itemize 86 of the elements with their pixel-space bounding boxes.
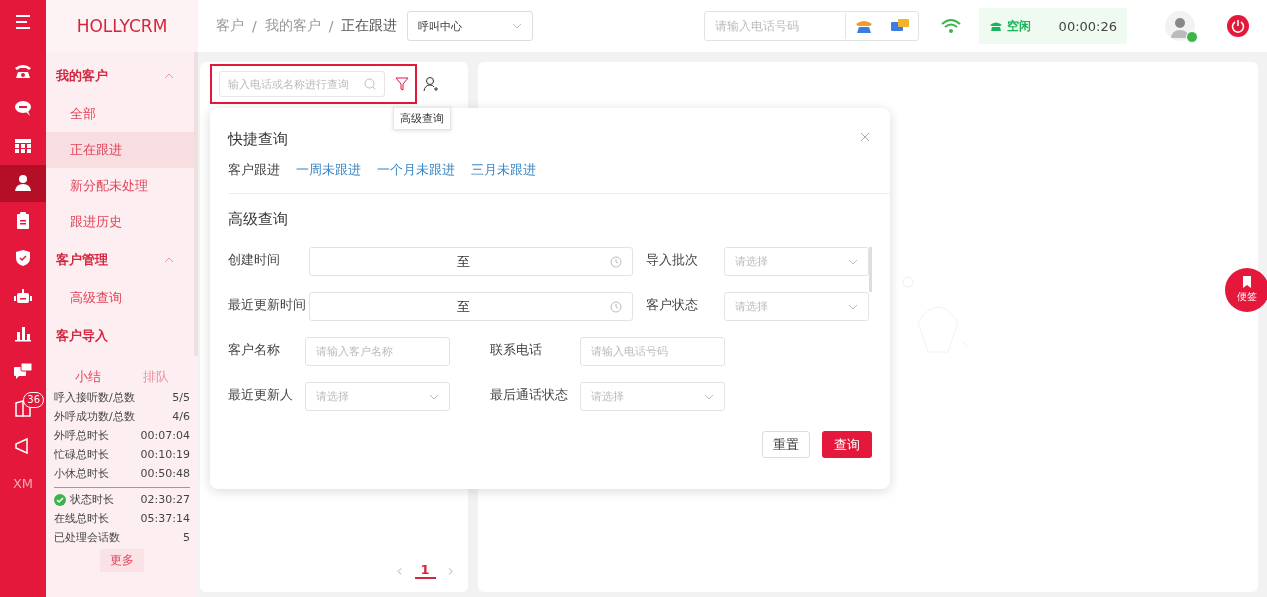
chat-icon[interactable] — [889, 18, 910, 34]
clock-icon — [610, 255, 622, 268]
breadcrumb-item[interactable]: 我的客户 — [264, 17, 321, 35]
chevron-down-icon — [848, 303, 858, 310]
chevron-down-icon — [848, 258, 858, 265]
select-field[interactable]: 请选择 — [724, 292, 869, 321]
stat-label: 外呼总时长 — [54, 428, 109, 443]
menu-item[interactable]: 新分配未处理 — [46, 168, 194, 204]
channel-select[interactable]: 呼叫中心 — [407, 11, 534, 41]
menu-icon — [13, 12, 33, 32]
stat-label: 在线总时长 — [54, 511, 109, 526]
menu-item[interactable]: 全部 — [46, 96, 194, 132]
menu-item[interactable]: 跟进历史 — [46, 204, 194, 240]
field-label: 最近更新时间 — [228, 296, 307, 314]
bookmark-icon — [1242, 276, 1252, 288]
menu-group-header[interactable]: 我的客户 — [46, 56, 194, 96]
quick-filter-link[interactable]: 三月未跟进 — [471, 161, 536, 179]
rail-item[interactable] — [0, 164, 46, 202]
stat-value: 00:10:19 — [140, 448, 190, 461]
rail-text-item[interactable]: XM — [0, 464, 46, 502]
chevron-down-icon — [512, 23, 523, 29]
field-label: 导入批次 — [646, 251, 699, 269]
app-logo: HOLLYCRM — [46, 0, 198, 52]
stat-value: 4/6 — [172, 410, 190, 423]
notification-badge: 36 — [23, 391, 44, 408]
stat-label: 忙碌总时长 — [54, 447, 109, 462]
field-label: 创建时间 — [228, 251, 281, 269]
stat-value: 02:30:27 — [140, 493, 190, 506]
menu-group-header[interactable]: 客户导入 — [46, 316, 194, 356]
breadcrumb-item[interactable]: 客户 — [216, 17, 244, 35]
search-field[interactable]: 输入电话或名称进行查询 — [219, 71, 385, 97]
stat-label: 小休总时长 — [54, 466, 109, 481]
field-label: 客户跟进 — [228, 161, 280, 179]
menu-item[interactable]: 高级查询 — [46, 280, 194, 316]
chevron-down-icon — [429, 393, 439, 400]
select-field[interactable]: 请选择 — [580, 382, 725, 411]
field-label: 最近更新人 — [228, 386, 294, 404]
phone-icon — [988, 20, 1003, 32]
search-button[interactable]: 查询 — [822, 431, 872, 458]
chevron-down-icon — [704, 393, 714, 400]
quick-filter-link[interactable]: 一个月未跟进 — [377, 161, 455, 179]
field-label: 最后通话状态 — [490, 386, 569, 404]
stat-label: 状态时长 — [70, 492, 114, 507]
person-icon — [13, 173, 33, 194]
rail-item[interactable]: 36 — [0, 389, 46, 427]
stat-value: 00:07:04 — [140, 429, 190, 442]
stat-label: 外呼成功数/总数 — [54, 409, 135, 424]
power-button[interactable] — [1227, 15, 1249, 37]
shield-icon — [13, 248, 33, 269]
breadcrumb-separator: / — [328, 18, 334, 34]
text-field[interactable]: 请输入客户名称 — [305, 337, 450, 366]
stats-tab[interactable]: 排队 — [143, 364, 169, 386]
section-title: 高级查询 — [228, 209, 289, 229]
status-label: 空闲 — [1006, 17, 1031, 35]
breadcrumb-separator: / — [252, 18, 257, 34]
date-range-field[interactable]: 至 — [309, 247, 633, 276]
filter-icon[interactable] — [395, 77, 409, 91]
wifi-icon — [940, 18, 961, 34]
stat-label: 呼入接听数/总数 — [54, 390, 135, 405]
clock-icon — [610, 300, 622, 313]
menu-group-header[interactable]: 客户管理 — [46, 240, 194, 280]
stat-value: 05:37:14 — [140, 512, 190, 525]
more-button[interactable]: 更多 — [100, 549, 144, 572]
stat-value: 00:50:48 — [140, 467, 190, 480]
stat-label: 已处理会话数 — [54, 530, 120, 545]
date-range-field[interactable]: 至 — [309, 292, 633, 321]
section-title: 快捷查询 — [228, 130, 288, 149]
chat-bubbles-icon — [13, 360, 33, 381]
reset-button[interactable]: 重置 — [762, 431, 810, 458]
select-field[interactable]: 请选择 — [724, 247, 869, 276]
add-person-icon[interactable] — [423, 76, 439, 92]
call-timer: 00:00:26 — [1058, 18, 1117, 34]
page-number[interactable]: 1 — [414, 562, 436, 579]
stat-value: 5 — [183, 531, 190, 544]
field-label: 联系电话 — [490, 341, 543, 359]
tooltip: 高级查询 — [393, 107, 451, 130]
select-field[interactable]: 请选择 — [305, 382, 450, 411]
stat-value: 5/5 — [172, 391, 190, 404]
breadcrumb-item: 正在跟进 — [341, 17, 398, 35]
quick-filter-link[interactable]: 一周未跟进 — [296, 161, 361, 179]
user-avatar[interactable] — [1165, 11, 1195, 41]
field-label: 客户名称 — [228, 341, 281, 359]
menu-item[interactable]: 正在跟进 — [46, 132, 194, 168]
stats-tab[interactable]: 小结 — [75, 364, 101, 386]
field-label: 客户状态 — [646, 296, 699, 314]
phone-number-field[interactable]: 请输入电话号码 — [703, 11, 919, 41]
